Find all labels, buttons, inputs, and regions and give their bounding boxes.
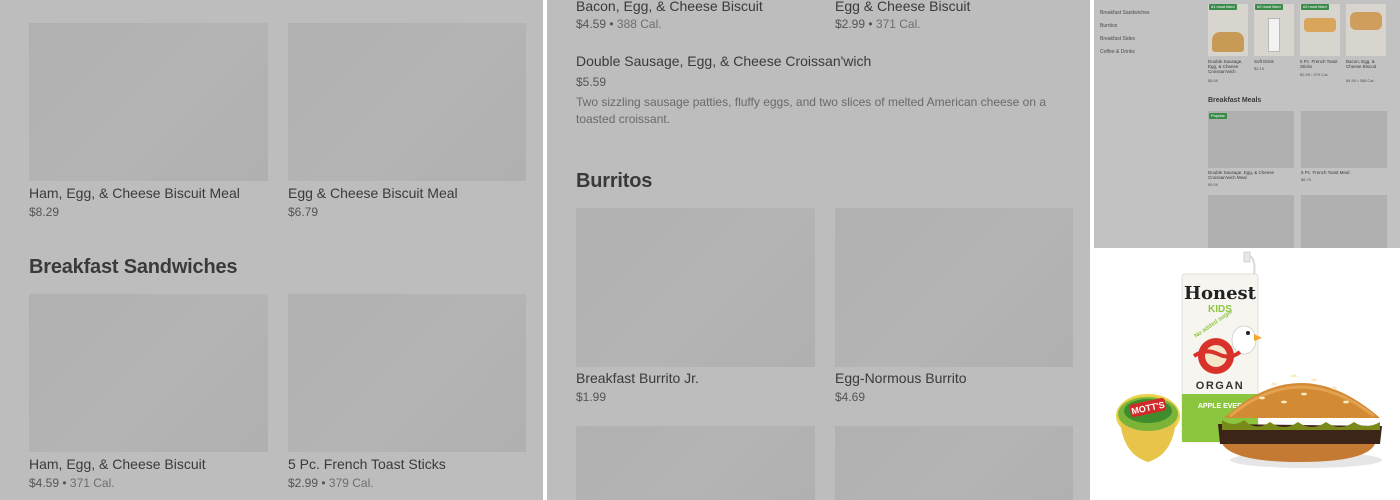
item-image[interactable] <box>1301 195 1387 248</box>
item-price: $2.99 • 371 Cal. <box>835 17 921 31</box>
item-image[interactable] <box>1301 111 1387 168</box>
brand-text: Honest <box>1184 283 1257 304</box>
featured-item-name[interactable]: Double Sausage, Egg, & Cheese Croissan'w… <box>576 53 871 69</box>
menu-panel-left: Ham, Egg, & Cheese Biscuit Meal $8.29 Eg… <box>0 0 543 500</box>
section-heading: Burritos <box>576 170 653 192</box>
item-name[interactable]: Ham, Egg, & Cheese Biscuit <box>29 456 206 472</box>
kids-meal-illustration: Honest KIDS No added sugar ORGAN APPLE E… <box>1116 251 1382 468</box>
item-name[interactable]: Double Sausage, Egg, & Cheese Croissan'w… <box>1208 59 1250 74</box>
badge: #3 most liked <box>1301 4 1329 10</box>
item-price: $4.59 • 388 Cal. <box>1346 78 1375 83</box>
item-price: $4.69 <box>835 390 866 404</box>
organic-text: ORGAN <box>1196 380 1244 392</box>
item-price: $8.29 <box>29 205 60 219</box>
kids-meal-photo: Honest KIDS No added sugar ORGAN APPLE E… <box>1094 248 1400 500</box>
item-image[interactable] <box>1254 4 1294 56</box>
item-image[interactable] <box>1208 4 1248 56</box>
sidebar-item[interactable]: Breakfast Sides <box>1100 36 1135 42</box>
item-image[interactable] <box>1208 111 1294 168</box>
badge: Popular <box>1209 113 1227 119</box>
item-price: $6.79 <box>1301 177 1312 182</box>
item-image[interactable] <box>288 294 526 452</box>
item-image[interactable] <box>29 23 268 181</box>
item-name[interactable]: Egg & Cheese Biscuit Meal <box>288 185 458 201</box>
item-name[interactable]: Bacon, Egg, & Cheese Biscuit <box>1346 59 1386 69</box>
item-image[interactable] <box>1300 4 1340 56</box>
sidebar-item[interactable]: Breakfast Sandwiches <box>1100 10 1149 16</box>
badge: #1 most liked <box>1209 4 1237 10</box>
item-name[interactable]: Egg & Cheese Biscuit <box>835 0 970 14</box>
item-price: $4.59 • 371 Cal. <box>29 476 115 490</box>
item-image[interactable] <box>835 208 1073 367</box>
item-price: $9.09 <box>1208 182 1219 187</box>
item-price: $1.99 <box>576 390 607 404</box>
item-price: $6.79 <box>288 205 319 219</box>
item-image[interactable] <box>835 426 1073 500</box>
item-name[interactable]: 5 Pc. French Toast Meal <box>1301 170 1387 175</box>
item-image[interactable] <box>576 208 815 367</box>
sidebar-item[interactable]: Coffee & Drinks <box>1100 49 1135 55</box>
item-image[interactable] <box>288 23 526 181</box>
sidebar-item[interactable]: Burritos <box>1100 23 1117 29</box>
section-heading: Breakfast Sandwiches <box>29 256 238 278</box>
applesauce-cup-icon: MOTT'S <box>1116 394 1180 462</box>
featured-item-description: Two sizzling sausage patties, fluffy egg… <box>576 95 1047 126</box>
item-image[interactable] <box>1346 4 1386 56</box>
item-price: $2.19 <box>1254 66 1265 71</box>
badge: #2 most liked <box>1255 4 1283 10</box>
menu-panel-thumbnail: Breakfast Sandwiches Burritos Breakfast … <box>1094 0 1400 248</box>
item-name[interactable]: Bacon, Egg, & Cheese Biscuit <box>576 0 763 14</box>
item-name[interactable]: 5 Pc. French Toast Sticks <box>288 456 446 472</box>
item-price: $4.59 • 388 Cal. <box>576 17 662 31</box>
featured-item-price: $5.59 <box>576 75 607 89</box>
item-price: $2.99 • 379 Cal. <box>1300 72 1329 77</box>
item-image[interactable] <box>29 294 268 452</box>
section-heading: Breakfast Meals <box>1208 97 1262 104</box>
menu-panel-middle: Bacon, Egg, & Cheese Biscuit $4.59 • 388… <box>547 0 1090 500</box>
item-name[interactable]: Breakfast Burrito Jr. <box>576 370 699 386</box>
item-price: $5.59 <box>1208 78 1219 83</box>
item-image[interactable] <box>1208 195 1294 248</box>
item-price: $2.99 • 379 Cal. <box>288 476 374 490</box>
item-name[interactable]: Egg-Normous Burrito <box>835 370 967 386</box>
item-name[interactable]: Soft Drink <box>1254 59 1294 64</box>
item-name[interactable]: 5 Pc. French Toast Sticks <box>1300 59 1340 69</box>
item-name[interactable]: Double Sausage, Egg, & Cheese Croissan'w… <box>1208 170 1298 180</box>
item-image[interactable] <box>576 426 815 500</box>
item-name[interactable]: Ham, Egg, & Cheese Biscuit Meal <box>29 185 240 201</box>
